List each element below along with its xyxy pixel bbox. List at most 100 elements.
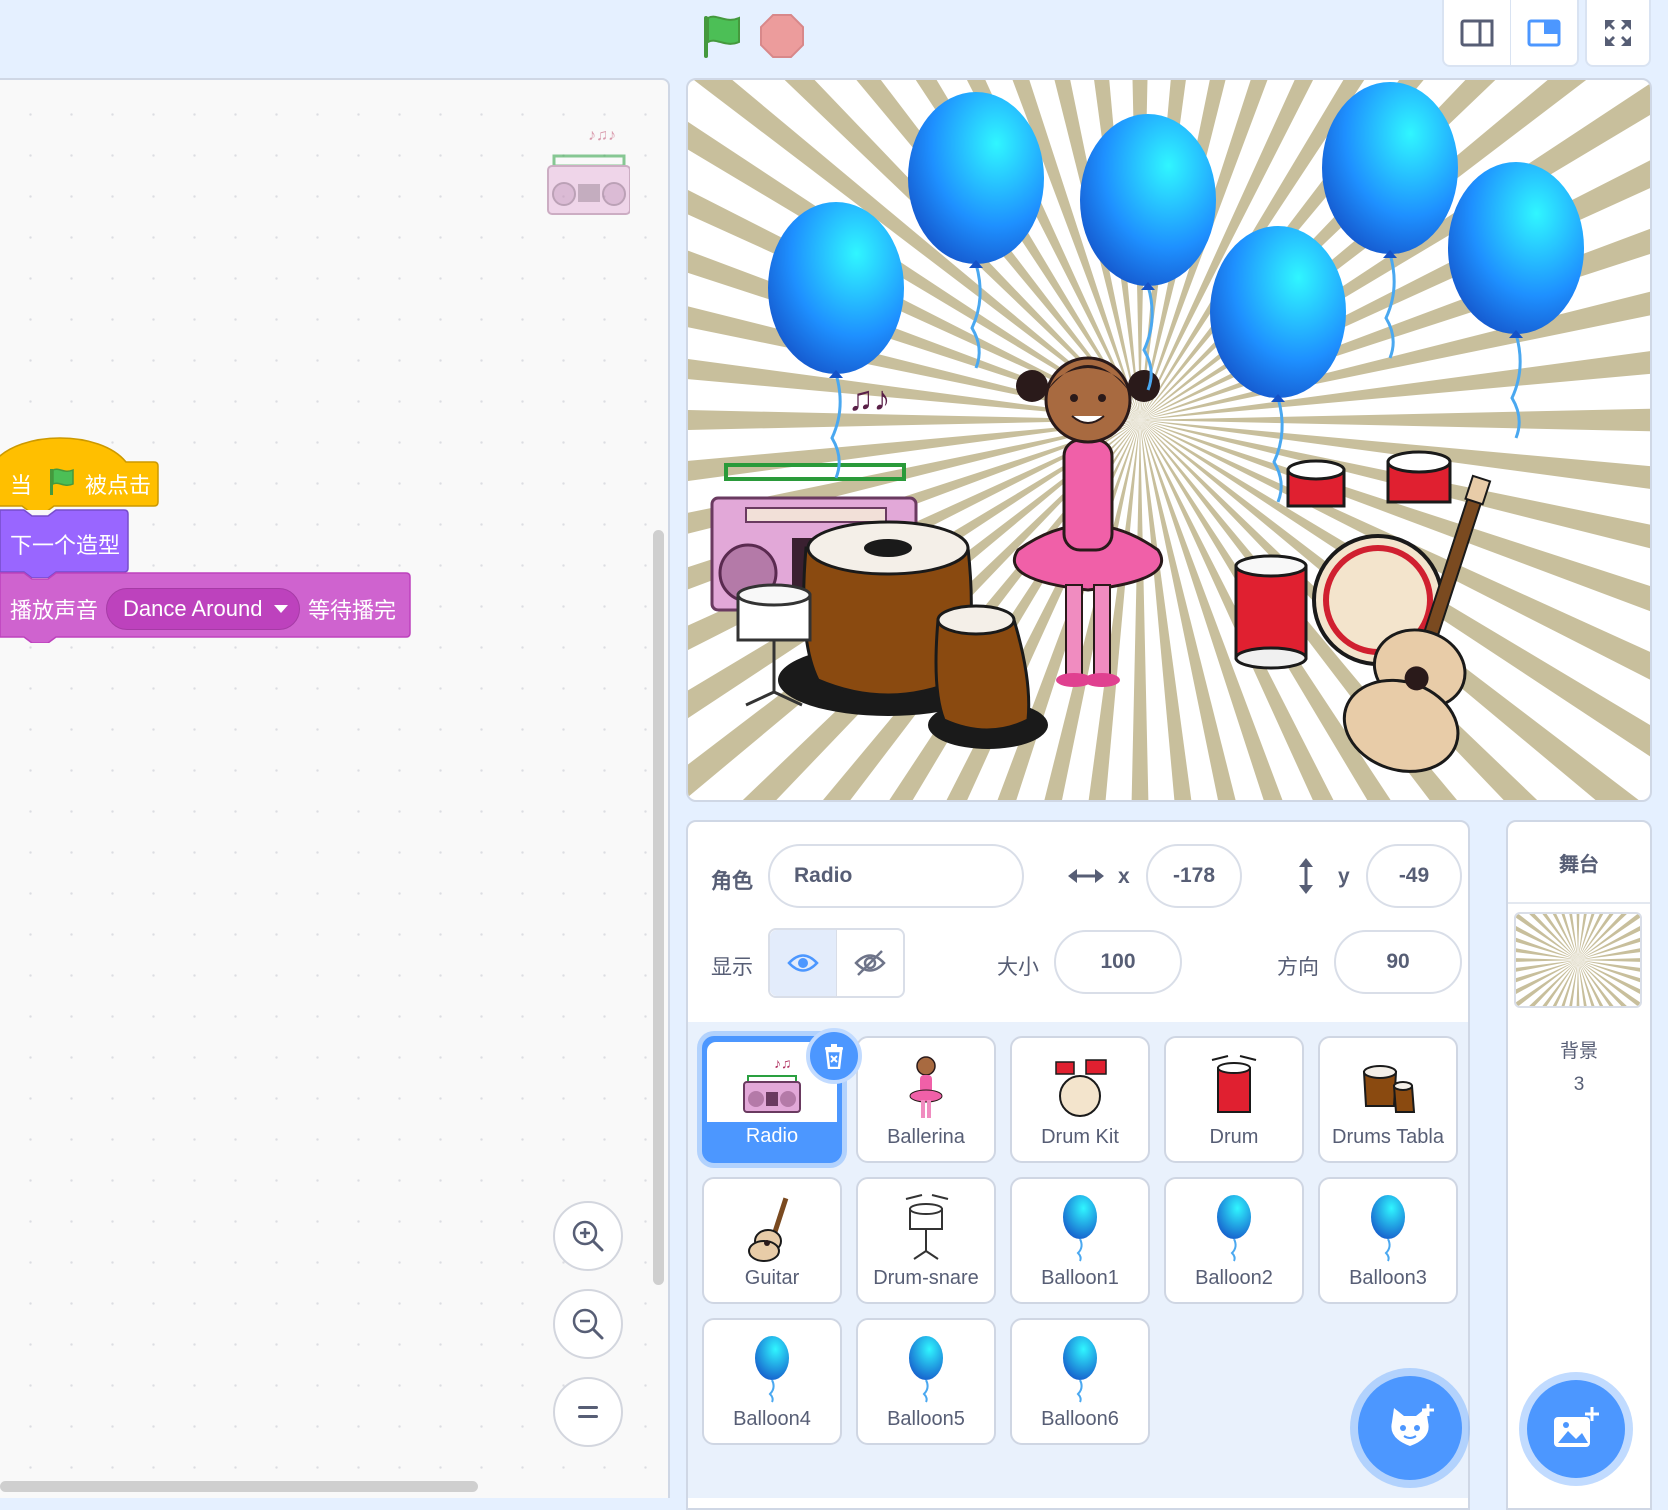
small-stage-icon [1460, 19, 1494, 46]
sprite-tile-name: Drum [1209, 1126, 1259, 1148]
y-position-input[interactable]: -49 [1366, 844, 1462, 908]
fullscreen-icon [1605, 19, 1631, 46]
size-value: 100 [1100, 950, 1136, 973]
balloon-icon [1371, 1195, 1405, 1262]
show-sprite-button[interactable] [770, 930, 837, 996]
sound-select-value: Dance Around [123, 596, 263, 621]
sprite-tile-name: Drum-snare [873, 1267, 979, 1289]
sprite-tile-name: Balloon5 [887, 1408, 965, 1430]
when-flag-clicked-block[interactable]: 当 被点击 [0, 422, 162, 510]
play-sound-label: 播放声音 [10, 598, 99, 623]
normal-stage-button[interactable] [1511, 0, 1577, 65]
sprite-tile-balloon2[interactable]: Balloon2 [1164, 1177, 1304, 1304]
backdrop-thumbnail [1514, 912, 1642, 1008]
sprite-tile-ballerina[interactable]: Ballerina [856, 1036, 996, 1163]
sprite-tile-drum[interactable]: Drum [1164, 1036, 1304, 1163]
stage-canvas[interactable]: ♫♪ [686, 78, 1652, 802]
zoom-in-icon [572, 1220, 604, 1252]
sprite-thumbnail [1012, 1328, 1148, 1408]
next-costume-block[interactable]: 下一个造型 [0, 508, 130, 578]
sunburst-thumbnail-icon [1516, 914, 1640, 1006]
zoom-out-icon [572, 1308, 604, 1340]
direction-value: 90 [1386, 950, 1410, 973]
choose-sprite-button[interactable] [1358, 1376, 1462, 1480]
sprite-tile-name: Balloon4 [733, 1408, 811, 1430]
sprite-thumbnail [1012, 1187, 1148, 1267]
fullscreen-button[interactable] [1585, 0, 1651, 67]
size-input[interactable]: 100 [1054, 930, 1182, 994]
sprite-tile-balloon5[interactable]: Balloon5 [856, 1318, 996, 1445]
sprite-thumbnail [858, 1187, 994, 1267]
stop-sign-icon [760, 14, 804, 58]
sprite-thumbnail [704, 1187, 840, 1267]
horizontal-arrows-icon [1068, 869, 1104, 883]
svg-text:♪♫: ♪♫ [774, 1055, 792, 1071]
sprite-tile-balloon3[interactable]: Balloon3 [1318, 1177, 1458, 1304]
sprite-thumbnail [1166, 1046, 1302, 1126]
sprite-thumbnail [1320, 1187, 1456, 1267]
sprite-tile-drum-kit[interactable]: Drum Kit [1010, 1036, 1150, 1163]
green-flag-icon [704, 15, 740, 58]
visibility-toggle [768, 928, 905, 998]
balloon-icon [909, 1336, 943, 1403]
code-workspace[interactable] [0, 78, 670, 1498]
zoom-in-button[interactable] [553, 1201, 623, 1271]
sprite-tile-guitar[interactable]: Guitar [702, 1177, 842, 1304]
sprite-tile-name: Radio [745, 1125, 799, 1147]
eye-slash-icon [854, 950, 886, 976]
sprite-tile-name: Balloon2 [1195, 1267, 1273, 1289]
hide-sprite-button[interactable] [837, 930, 903, 996]
x-position-input[interactable]: -178 [1146, 844, 1242, 908]
small-stage-button[interactable] [1444, 0, 1511, 65]
hat-clicked-label: 被点击 [85, 473, 152, 498]
sprite-tile-name: Balloon6 [1041, 1408, 1119, 1430]
equals-icon [578, 1406, 598, 1418]
choose-backdrop-button[interactable] [1527, 1380, 1625, 1478]
balloon [1448, 162, 1584, 439]
stage-pane-title: 舞台 [1508, 822, 1650, 904]
sprite-thumbnail [858, 1328, 994, 1408]
sprite-name-input[interactable]: Radio [768, 844, 1024, 908]
balloon-icon [1063, 1195, 1097, 1262]
zoom-out-button[interactable] [553, 1289, 623, 1359]
x-position-value: -178 [1172, 864, 1216, 887]
drum-sprite [1234, 554, 1308, 670]
green-flag-button[interactable] [695, 10, 747, 62]
direction-input[interactable]: 90 [1334, 930, 1462, 994]
sprite-tile-name: Balloon3 [1349, 1267, 1427, 1289]
sprite-tile-balloon6[interactable]: Balloon6 [1010, 1318, 1150, 1445]
balloon-icon [1217, 1195, 1251, 1262]
sprite-tile-balloon4[interactable]: Balloon4 [702, 1318, 842, 1445]
sprite-thumbnail [858, 1046, 994, 1126]
sprite-tile-balloon1[interactable]: Balloon1 [1010, 1177, 1150, 1304]
backdrops-count: 3 [1573, 1074, 1585, 1095]
current-sprite-watermark: ♪♫♪ [544, 114, 631, 218]
sprite-tile-drums-tabla[interactable]: Drums Tabla [1318, 1036, 1458, 1163]
show-label: 显示 [711, 956, 753, 979]
sprite-tile-name: Balloon1 [1041, 1267, 1119, 1289]
stop-button[interactable] [758, 12, 806, 60]
y-position-value: -49 [1398, 864, 1430, 887]
sprite-tile-name: Ballerina [887, 1126, 965, 1148]
vertical-scrollbar[interactable] [653, 530, 664, 1285]
balloon-icon [1063, 1336, 1097, 1403]
eye-icon [787, 954, 819, 972]
sprite-thumbnail [1166, 1187, 1302, 1267]
direction-label: 方向 [1277, 956, 1319, 979]
drum-kit-icon [1055, 1059, 1107, 1117]
balloon [768, 202, 904, 479]
sprite-tile-name: Guitar [744, 1267, 800, 1289]
trash-icon [825, 1044, 843, 1069]
backdrops-label: 背景 [1559, 1041, 1598, 1062]
delete-sprite-button[interactable] [806, 1028, 862, 1084]
zoom-reset-button[interactable] [553, 1377, 623, 1447]
sprite-tile-name: Drums Tabla [1332, 1126, 1444, 1148]
guitar-icon [748, 1197, 789, 1262]
sound-select-dropdown[interactable]: Dance Around [106, 588, 300, 630]
balloon-sprites [768, 82, 1584, 503]
sprite-thumbnail [1012, 1046, 1148, 1126]
horizontal-scrollbar[interactable] [0, 1481, 478, 1492]
sprite-tile-drum-snare[interactable]: Drum-snare [856, 1177, 996, 1304]
next-costume-label: 下一个造型 [10, 533, 121, 558]
sprite-name-value: Radio [794, 864, 853, 887]
